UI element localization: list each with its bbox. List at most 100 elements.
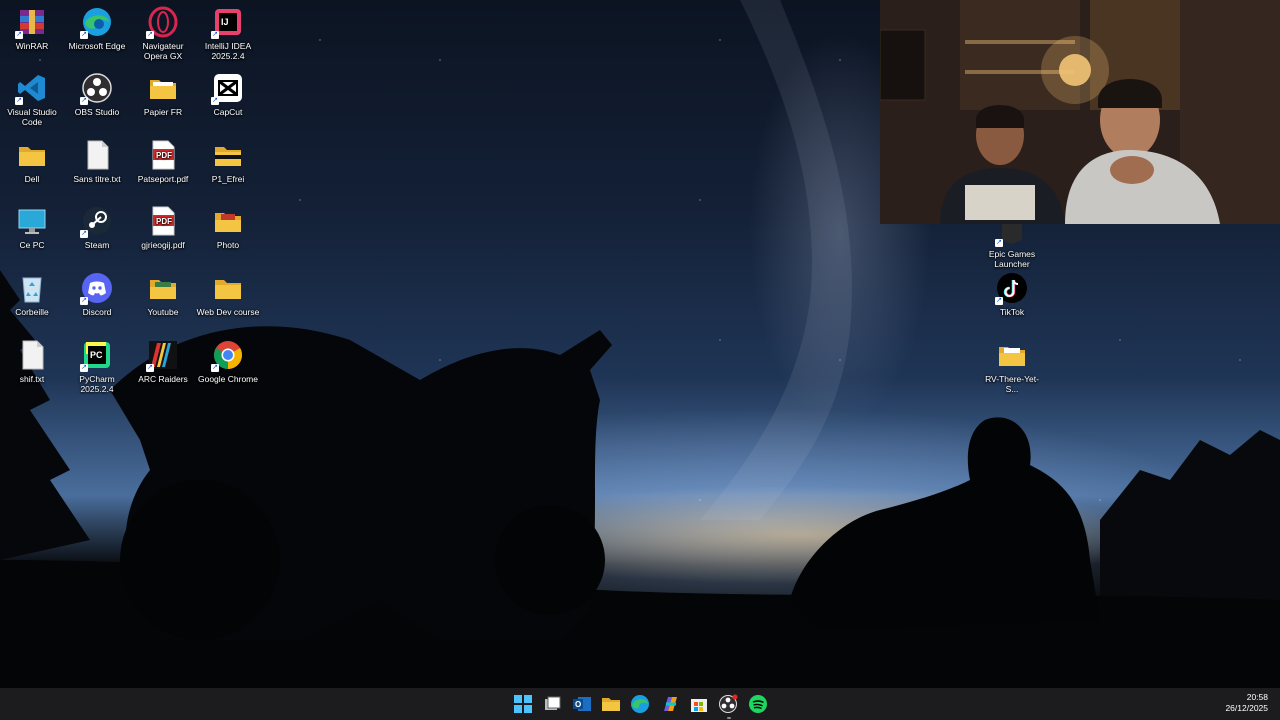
icon-label: Corbeille [15,307,49,317]
desktop-icon-papier-fr[interactable]: Papier FR [131,72,195,117]
icon-label: Navigateur Opera GX [142,41,184,61]
folder-icon [996,339,1028,371]
icon-label: shif.txt [19,374,45,384]
discord-icon: ↗ [80,272,113,305]
desktop-icon-capcut[interactable]: ↗ CapCut [196,72,260,117]
desktop-icon-steam[interactable]: ↗ Steam [65,205,129,250]
icon-label: Visual Studio Code [7,107,57,127]
obs-icon: ↗ [80,72,113,105]
icon-label: Google Chrome [197,374,258,384]
text-file-icon [16,339,48,371]
icon-label: Microsoft Edge [68,41,126,51]
icon-label: P1_Efrei [211,174,245,184]
desktop-icon-arc-raiders[interactable]: ↗ ARC Raiders [131,339,195,384]
desktop-icon-dell[interactable]: Dell [0,139,64,184]
store-icon[interactable] [689,694,709,714]
vscode-icon: ↗ [15,72,48,105]
desktop-icon-p1-efrei[interactable]: P1_Efrei [196,139,260,184]
desktop-icon-obs[interactable]: ↗ OBS Studio [65,72,129,117]
folder-icon [147,72,179,104]
icon-label: Discord [82,307,112,317]
icon-label: ARC Raiders [138,374,188,384]
pdf-icon: PDF [147,139,179,171]
recycle-bin-icon [16,272,48,304]
taskbar: O 20:58 26/12/2025 [0,688,1280,720]
desktop-icon-tiktok[interactable]: ↗ TikTok [980,272,1044,317]
svg-text:O: O [575,700,581,709]
desktop-icon-intellij[interactable]: IJ ↗ IntelliJ IDEA 2025.2.4 [196,6,260,61]
svg-text:PDF: PDF [156,217,172,226]
folder-icon [212,205,244,237]
obs-icon[interactable] [718,694,738,714]
icon-label: Youtube [147,307,179,317]
desktop-icon-corbeille[interactable]: Corbeille [0,272,64,317]
desktop-icon-opera-gx[interactable]: ↗ Navigateur Opera GX [131,6,195,61]
icon-label: Papier FR [143,107,183,117]
desktop-icon-pycharm[interactable]: PC ↗ PyCharm 2025.2.4 [65,339,129,394]
icon-label: TikTok [999,307,1025,317]
icon-label: CapCut [213,107,243,117]
desktop-icon-shif-txt[interactable]: shif.txt [0,339,64,384]
file-explorer-icon[interactable] [601,694,621,714]
desktop-icon-microsoft-edge[interactable]: ↗ Microsoft Edge [65,6,129,51]
task-view-icon[interactable] [542,694,562,714]
desktop-icon-patseport-pdf[interactable]: PDF Patseport.pdf [131,139,195,184]
tiktok-icon: ↗ [995,272,1028,305]
icon-label: WinRAR [15,41,49,51]
system-clock[interactable]: 20:58 26/12/2025 [1225,692,1268,714]
computer-icon [16,205,48,237]
icon-label: Ce PC [19,240,45,250]
icon-label: RV-There-Yet-S... [985,374,1039,394]
clock-time: 20:58 [1246,692,1268,702]
desktop-icon-photo[interactable]: Photo [196,205,260,250]
desktop-icon-ce-pc[interactable]: Ce PC [0,205,64,250]
steam-icon: ↗ [80,205,113,238]
icon-label: Dell [24,174,40,184]
icon-label: Epic Games Launcher [988,249,1036,269]
spotify-icon[interactable] [748,694,768,714]
icon-label: OBS Studio [74,107,120,117]
svg-text:PDF: PDF [156,151,172,160]
desktop-icon-rv-there-yet[interactable]: RV-There-Yet-S... [980,339,1044,394]
running-indicator [727,717,731,719]
pycharm-icon: PC ↗ [80,339,113,372]
desktop-icon-gjrieogij-pdf[interactable]: PDF gjrieogij.pdf [131,205,195,250]
desktop-icon-vscode[interactable]: ↗ Visual Studio Code [0,72,64,127]
pdf-icon: PDF [147,205,179,237]
webcam-overlay [880,0,1280,224]
desktop-icon-web-dev-course[interactable]: Web Dev course [196,272,260,317]
folder-icon [147,272,179,304]
edge-icon: ↗ [80,6,113,39]
folder-icon [212,272,244,304]
icon-label: Patseport.pdf [137,174,189,184]
folder-icon [16,139,48,171]
icon-label: Sans titre.txt [73,174,121,184]
icon-label: IntelliJ IDEA 2025.2.4 [204,41,252,61]
text-file-icon [81,139,113,171]
opera-gx-icon: ↗ [146,6,179,39]
svg-text:IJ: IJ [221,17,229,27]
icon-label: PyCharm 2025.2.4 [79,374,115,394]
intellij-icon: IJ ↗ [211,6,244,39]
desktop-icon-sans-titre[interactable]: Sans titre.txt [65,139,129,184]
chrome-icon: ↗ [211,339,244,372]
icon-label: Steam [84,240,110,250]
clock-date: 26/12/2025 [1225,703,1268,713]
icon-label: Photo [216,240,240,250]
desktop-icon-youtube[interactable]: Youtube [131,272,195,317]
svg-text:PC: PC [90,350,103,360]
capcut-icon: ↗ [211,72,244,105]
arc-raiders-icon: ↗ [146,339,179,372]
icon-label: Web Dev course [196,307,260,317]
desktop-icon-winrar[interactable]: ↗ WinRAR [0,6,64,51]
start-icon[interactable] [513,694,533,714]
edge-icon[interactable] [630,694,650,714]
desktop-icon-discord[interactable]: ↗ Discord [65,272,129,317]
webcam-scene [880,0,1280,224]
outlook-icon[interactable]: O [572,694,592,714]
folder-icon [212,139,244,171]
icon-label: gjrieogij.pdf [141,240,185,250]
winrar-icon: ↗ [15,6,48,39]
copilot-icon[interactable] [660,694,680,714]
desktop-icon-google-chrome[interactable]: ↗ Google Chrome [196,339,260,384]
